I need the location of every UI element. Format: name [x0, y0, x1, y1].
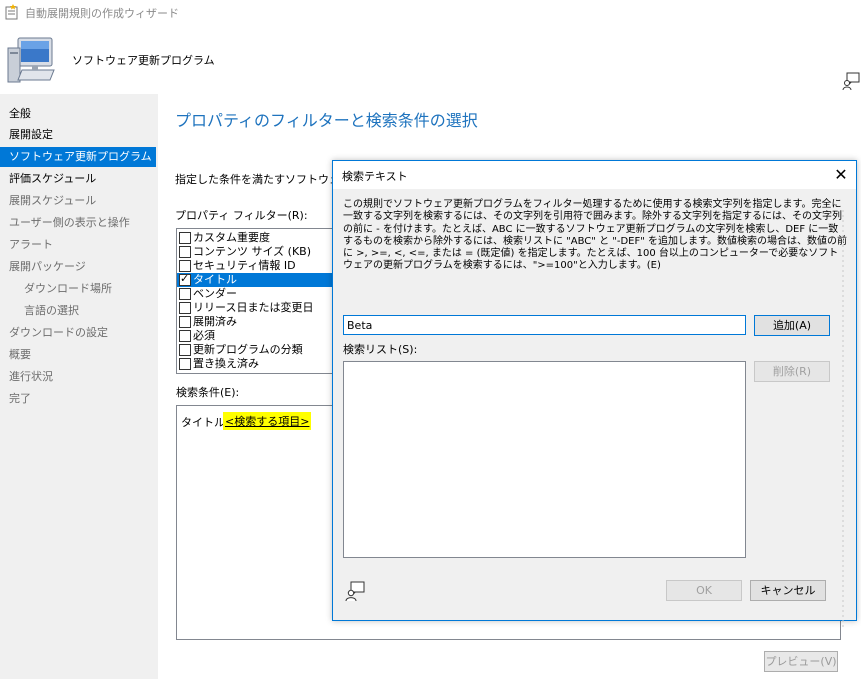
computer-icon [4, 36, 58, 86]
checkbox[interactable] [179, 232, 191, 244]
sidebar-item-software-updates[interactable]: ソフトウェア更新プログラム [0, 147, 156, 167]
checkbox[interactable] [179, 330, 191, 342]
search-list[interactable] [343, 361, 746, 558]
help-person-icon[interactable] [842, 72, 860, 91]
sidebar-item-progress[interactable]: 進行状況 [0, 367, 156, 387]
wizard-sidebar: 全般 展開設定 ソフトウェア更新プログラム 評価スケジュール 展開スケジュール … [0, 94, 158, 679]
search-text-input[interactable] [343, 315, 746, 335]
search-criteria-label: 検索条件(E): [176, 386, 240, 399]
sidebar-item-download-location[interactable]: ダウンロード場所 [0, 279, 156, 299]
checkbox[interactable] [179, 358, 191, 370]
dialog-title: 検索テキスト [342, 170, 408, 183]
filter-item-title[interactable]: ✓ タイトル [177, 273, 335, 287]
sidebar-item-summary[interactable]: 概要 [0, 345, 156, 365]
checkbox[interactable] [179, 344, 191, 356]
property-filter-label: プロパティ フィルター(R): [175, 209, 308, 222]
filter-item-release-date[interactable]: リリース日または変更日 [177, 301, 335, 315]
title-bar: 自動展開規則の作成ウィザード [0, 0, 861, 24]
sidebar-item-deployment-package[interactable]: 展開パッケージ [0, 257, 156, 277]
sidebar-item-completion[interactable]: 完了 [0, 389, 156, 409]
sidebar-item-download-settings[interactable]: ダウンロードの設定 [0, 323, 156, 343]
dialog-description: この規則でソフトウェア更新プログラムをフィルター処理するために使用する検索文字列… [343, 199, 847, 272]
filter-item-vendor[interactable]: ベンダー [177, 287, 335, 301]
sidebar-item-deployment-settings[interactable]: 展開設定 [0, 125, 156, 145]
checkbox[interactable] [179, 288, 191, 300]
window-title: 自動展開規則の作成ウィザード [25, 7, 179, 20]
help-person-icon[interactable] [345, 581, 365, 602]
checkbox[interactable] [179, 302, 191, 314]
wizard-icon [5, 4, 19, 20]
search-list-label: 検索リスト(S): [343, 343, 418, 356]
checkbox[interactable] [179, 316, 191, 328]
filter-item-content-size[interactable]: コンテンツ サイズ (KB) [177, 245, 335, 259]
preview-button[interactable]: プレビュー(V) [764, 651, 838, 672]
search-text-dialog: 検索テキスト ✕ この規則でソフトウェア更新プログラムをフィルター処理するために… [332, 160, 857, 621]
sidebar-item-evaluation-schedule[interactable]: 評価スケジュール [0, 169, 156, 189]
delete-button[interactable]: 削除(R) [754, 361, 830, 382]
ok-button[interactable]: OK [666, 580, 742, 601]
criteria-property-name: タイトル [181, 416, 225, 429]
sidebar-item-user-experience[interactable]: ユーザー側の表示と操作 [0, 213, 156, 233]
filter-item-custom-severity[interactable]: カスタム重要度 [177, 231, 335, 245]
checkmark-icon: ✓ [180, 272, 190, 285]
scrollbar[interactable] [838, 210, 848, 630]
header-title: ソフトウェア更新プログラム [72, 54, 215, 67]
sidebar-item-language-selection[interactable]: 言語の選択 [0, 301, 156, 321]
sidebar-item-general[interactable]: 全般 [0, 104, 156, 124]
filter-item-superseded[interactable]: 置き換え済み [177, 357, 335, 371]
property-filter-list[interactable]: カスタム重要度 コンテンツ サイズ (KB) セキュリティ情報 ID ✓ タイト… [176, 228, 336, 374]
dialog-title-bar: 検索テキスト ✕ [333, 161, 856, 189]
filter-item-update-classification[interactable]: 更新プログラムの分類 [177, 343, 335, 357]
sidebar-item-deployment-schedule[interactable]: 展開スケジュール [0, 191, 156, 211]
filter-item-deployed[interactable]: 展開済み [177, 315, 335, 329]
page-title: プロパティのフィルターと検索条件の選択 [175, 111, 478, 130]
checkbox-checked[interactable]: ✓ [179, 272, 191, 286]
sidebar-item-alerts[interactable]: アラート [0, 235, 156, 255]
cancel-button[interactable]: キャンセル [750, 580, 826, 601]
criteria-value-link[interactable]: <検索する項目> [223, 412, 312, 430]
filter-item-bulletin-id[interactable]: セキュリティ情報 ID [177, 259, 335, 273]
wizard-header: ソフトウェア更新プログラム [0, 24, 861, 94]
checkbox[interactable] [179, 246, 191, 258]
intro-text: 指定した条件を満たすソフトウェア [175, 173, 351, 186]
close-icon[interactable]: ✕ [831, 165, 851, 185]
checkbox[interactable] [179, 260, 191, 272]
add-button[interactable]: 追加(A) [754, 315, 830, 336]
filter-item-required[interactable]: 必須 [177, 329, 335, 343]
